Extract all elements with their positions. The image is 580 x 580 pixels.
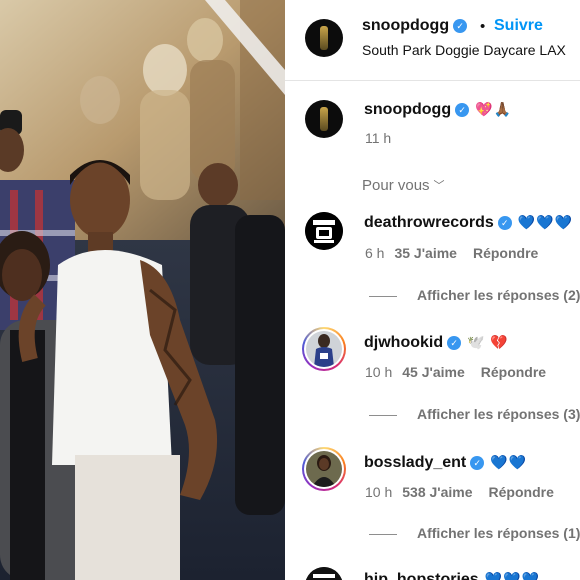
comment-time: 6 h xyxy=(365,245,385,261)
post-location[interactable]: South Park Doggie Daycare LAX xyxy=(362,42,566,58)
follow-button[interactable]: Suivre xyxy=(494,17,543,35)
avatar-figure xyxy=(320,26,328,50)
comment-username[interactable]: djwhookid ✓ 🕊️ 💔 xyxy=(364,334,509,352)
deathrow-logo-icon xyxy=(305,212,343,250)
comment-avatar-deathrowrecords[interactable] xyxy=(305,212,343,250)
avatar-image xyxy=(306,331,342,367)
verified-badge-icon: ✓ xyxy=(447,336,462,350)
comment-time: 10 h xyxy=(365,484,393,500)
chevron-down-icon: ﹀ xyxy=(433,180,445,192)
avatar-person-icon xyxy=(306,451,342,487)
caption-time: 11 h xyxy=(365,130,392,146)
author-username[interactable]: snoopdogg ✓ xyxy=(362,17,468,35)
comment-username[interactable]: bosslady_ent ✓ 💙💙 xyxy=(364,454,527,472)
avatar-jersey-icon xyxy=(306,331,342,367)
avatar-image xyxy=(306,451,342,487)
comment-text: 💙💙💙 xyxy=(517,214,574,230)
author-avatar[interactable] xyxy=(305,19,343,57)
divider-line xyxy=(369,295,397,297)
comment-username-text: hip_hopstories xyxy=(364,571,479,580)
comment-meta: 6 h 35 J'aime Répondre xyxy=(365,245,538,261)
post-photo[interactable] xyxy=(0,0,285,580)
comment-time: 10 h xyxy=(365,364,393,380)
comment-meta: 10 h 538 J'aime Répondre xyxy=(365,484,554,500)
view-replies-button[interactable]: Afficher les réponses (3) xyxy=(369,406,580,422)
comment-text: 💙💙💙 xyxy=(484,571,540,580)
comment-avatar-hip-hopstories[interactable] xyxy=(305,567,343,580)
for-you-filter[interactable]: Pour vous ﹀ xyxy=(362,177,445,194)
view-replies-text: Afficher les réponses (2) xyxy=(417,287,580,303)
avatar-figure xyxy=(320,107,328,131)
comment-likes[interactable]: 45 J'aime xyxy=(402,364,465,380)
comment-text: 🕊️ 💔 xyxy=(467,334,509,350)
verified-badge-icon: ✓ xyxy=(470,456,485,470)
comment-username-text: djwhookid xyxy=(364,334,444,351)
divider-line xyxy=(369,533,397,535)
reply-button[interactable]: Répondre xyxy=(489,484,554,500)
comment-likes[interactable]: 538 J'aime xyxy=(402,484,472,500)
post-image xyxy=(0,0,285,580)
caption-username[interactable]: snoopdogg ✓ 💖🙏🏾 xyxy=(364,101,512,119)
comment-username[interactable]: hip_hopstories 💙💙💙 xyxy=(364,571,540,580)
divider-line xyxy=(369,414,397,416)
hiphop-logo-icon xyxy=(305,567,343,580)
caption-username-text: snoopdogg xyxy=(364,101,452,118)
for-you-label: Pour vous xyxy=(362,177,430,194)
comment-avatar-bosslady-ent[interactable] xyxy=(302,447,346,491)
view-replies-button[interactable]: Afficher les réponses (2) xyxy=(369,287,580,303)
verified-badge-icon: ✓ xyxy=(497,216,512,230)
comment-avatar-djwhookid[interactable] xyxy=(302,327,346,371)
caption-avatar[interactable] xyxy=(305,100,343,138)
post-header: snoopdogg ✓ • Suivre South Park Doggie Da… xyxy=(285,0,580,81)
reply-button[interactable]: Répondre xyxy=(481,364,546,380)
comment-meta: 10 h 45 J'aime Répondre xyxy=(365,364,546,380)
verified-badge-icon: ✓ xyxy=(455,103,470,117)
view-replies-button[interactable]: Afficher les réponses (1) xyxy=(369,525,580,541)
comment-username[interactable]: deathrowrecords ✓ 💙💙💙 xyxy=(364,214,573,232)
comment-username-text: deathrowrecords xyxy=(364,214,494,231)
comment-likes[interactable]: 35 J'aime xyxy=(394,245,457,261)
caption-text: 💖🙏🏾 xyxy=(475,101,512,117)
author-username-text: snoopdogg xyxy=(362,17,450,34)
view-replies-text: Afficher les réponses (3) xyxy=(417,406,580,422)
comments-panel: snoopdogg ✓ • Suivre South Park Doggie Da… xyxy=(285,0,580,580)
separator-dot: • xyxy=(480,18,486,35)
comment-text: 💙💙 xyxy=(490,454,528,470)
verified-badge-icon: ✓ xyxy=(453,19,468,33)
comment-username-text: bosslady_ent xyxy=(364,454,467,471)
reply-button[interactable]: Répondre xyxy=(473,245,538,261)
view-replies-text: Afficher les réponses (1) xyxy=(417,525,580,541)
